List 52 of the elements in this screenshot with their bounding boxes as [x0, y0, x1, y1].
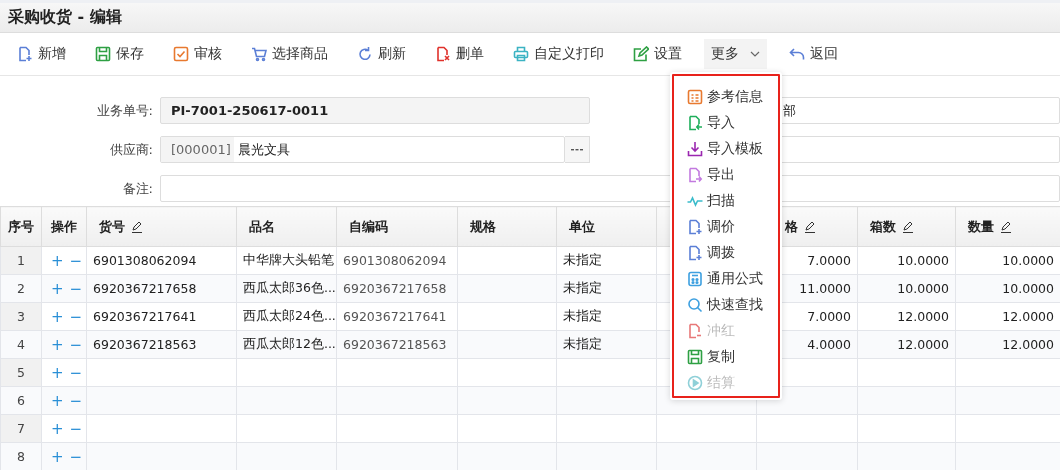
row-number: 5	[0, 358, 42, 387]
header-label: 货号	[99, 217, 125, 236]
table-cell: 12.0000	[897, 337, 949, 352]
table-cell: 12.0000	[1002, 309, 1054, 324]
table-cell: 10.0000	[897, 281, 949, 296]
table-cell: 6920367217641	[343, 309, 447, 324]
table-cell: 7.0000	[807, 253, 851, 268]
table-cell: 未指定	[563, 280, 602, 295]
header-label: 单位	[569, 217, 595, 236]
header-label: 操作	[51, 217, 77, 236]
table-cell: 西瓜太郎36色...	[243, 280, 336, 295]
table-cell: 10.0000	[1002, 253, 1054, 268]
row-number: 8	[0, 442, 42, 470]
field-label: 业务单号:	[95, 101, 153, 120]
table-cell: 4.0000	[807, 337, 851, 352]
table-cell: 12.0000	[897, 309, 949, 324]
table-cell: 7.0000	[807, 309, 851, 324]
order-number-field: PI-7001-250617-0011	[160, 97, 590, 124]
row-number: 1	[0, 246, 42, 275]
header-label: 规格	[470, 217, 496, 236]
table-cell: 未指定	[563, 252, 602, 267]
table-cell: 12.0000	[1002, 337, 1054, 352]
table-cell: 6920367217641	[93, 309, 197, 324]
table-cell: 10.0000	[1002, 281, 1054, 296]
row-number: 2	[0, 274, 42, 303]
header-label: 箱数	[870, 217, 896, 236]
table-cell: 中华牌大头铅笔	[243, 252, 334, 267]
table-cell: 6901308062094	[93, 253, 197, 268]
table-cell: 6920367218563	[93, 337, 197, 352]
row-number: 7	[0, 414, 42, 443]
table-cell: 6920367218563	[343, 337, 447, 352]
header-label: 数量	[968, 217, 994, 236]
field-value: 部	[783, 101, 796, 120]
table-cell: 西瓜太郎12色...	[243, 336, 336, 351]
window-title: 采购收货 - 编辑	[8, 7, 122, 28]
field-label: 备注:	[121, 179, 153, 198]
header-label: 序号	[8, 217, 34, 236]
header-label: 格	[785, 217, 798, 236]
table-cell: 西瓜太郎24色...	[243, 308, 336, 323]
row-number: 6	[0, 386, 42, 415]
table-cell: 10.0000	[897, 253, 949, 268]
header-label: 自编码	[349, 217, 388, 236]
header-label: 品名	[249, 217, 275, 236]
table-cell: 未指定	[563, 336, 602, 351]
table-cell: 6920367217658	[343, 281, 447, 296]
table-cell: 11.0000	[799, 281, 851, 296]
table-cell: 6920367217658	[93, 281, 197, 296]
row-number: 3	[0, 302, 42, 331]
field-label: 供应商:	[108, 140, 153, 159]
table-cell: 6901308062094	[343, 253, 447, 268]
table-cell: 未指定	[563, 308, 602, 323]
row-number: 4	[0, 330, 42, 359]
